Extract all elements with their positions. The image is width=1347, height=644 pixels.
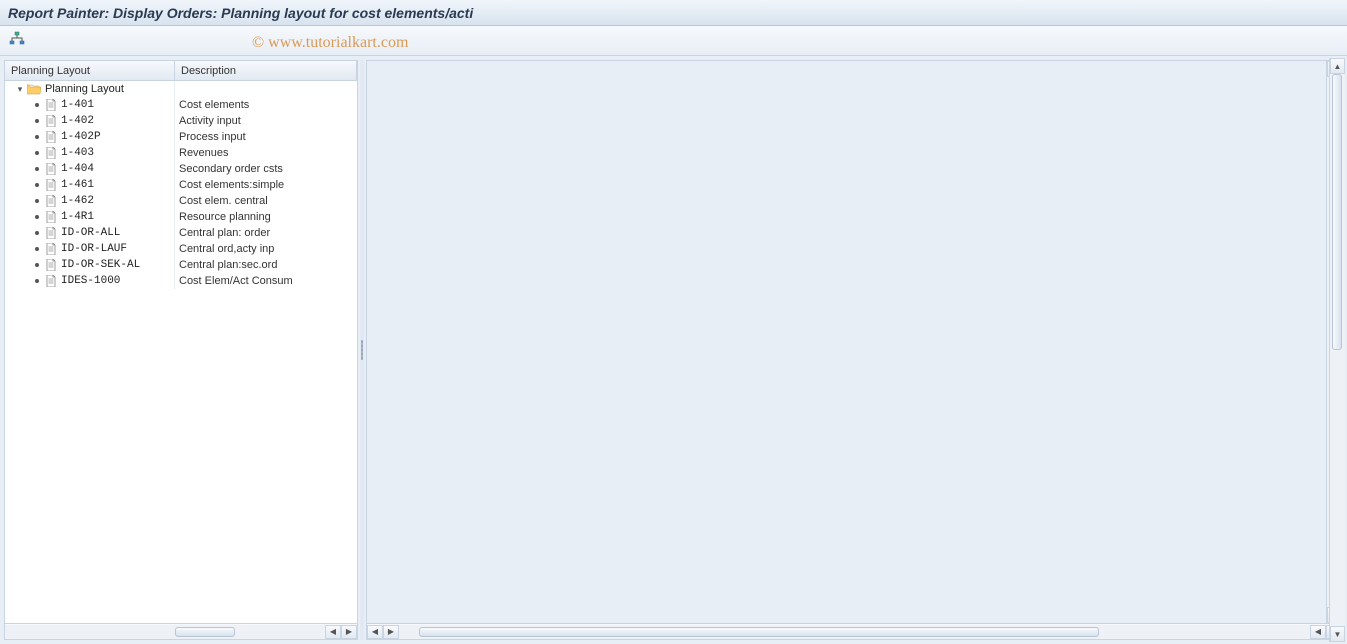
vertical-splitter[interactable] — [360, 60, 364, 640]
tree-root-label: Planning Layout — [45, 83, 124, 95]
bullet-icon — [35, 167, 39, 171]
bullet-icon — [35, 135, 39, 139]
tree-item-row[interactable]: ID-OR-ALL Central plan: order — [5, 225, 357, 241]
folder-open-icon — [27, 83, 41, 95]
scroll-right-icon[interactable]: ▶ — [383, 625, 399, 639]
tree-item-code: 1-462 — [61, 195, 94, 207]
tree-item-row[interactable]: 1-4R1 Resource planning — [5, 209, 357, 225]
bullet-icon — [35, 231, 39, 235]
tree-item-code: 1-4R1 — [61, 211, 94, 223]
scroll-left-end-icon[interactable]: ◀ — [1310, 625, 1326, 639]
tree-item-row[interactable]: ID-OR-SEK-AL Central plan:sec.ord — [5, 257, 357, 273]
tree-item-row[interactable]: 1-402 Activity input — [5, 113, 357, 129]
scrollbar-track[interactable] — [5, 625, 325, 639]
tree-item-desc: Cost elements — [175, 97, 357, 113]
document-icon — [45, 147, 57, 159]
column-header-description[interactable]: Description — [175, 61, 357, 80]
document-icon — [45, 211, 57, 223]
tree-item-code: 1-401 — [61, 99, 94, 111]
application-toolbar — [0, 26, 1347, 56]
scroll-left-icon[interactable]: ◀ — [325, 625, 341, 639]
document-icon — [45, 227, 57, 239]
bullet-icon — [35, 183, 39, 187]
scroll-right-icon[interactable]: ▶ — [341, 625, 357, 639]
bullet-icon — [35, 103, 39, 107]
tree-item-row[interactable]: 1-401 Cost elements — [5, 97, 357, 113]
tree-item-row[interactable]: ID-OR-LAUF Central ord,acty inp — [5, 241, 357, 257]
tree-item-desc: Cost elements:simple — [175, 177, 357, 193]
left-horizontal-scrollbar[interactable]: ◀ ▶ — [5, 623, 357, 639]
column-header-layout[interactable]: Planning Layout — [5, 61, 175, 80]
tree-item-desc: Central plan: order — [175, 225, 357, 241]
bullet-icon — [35, 263, 39, 267]
tree-item-code: 1-403 — [61, 147, 94, 159]
main-container: Planning Layout Description ▾ Planning L… — [0, 56, 1347, 644]
bullet-icon — [35, 279, 39, 283]
bullet-icon — [35, 151, 39, 155]
tree-item-row[interactable]: 1-404 Secondary order csts — [5, 161, 357, 177]
bullet-icon — [35, 199, 39, 203]
tree-item-row[interactable]: 1-462 Cost elem. central — [5, 193, 357, 209]
tree-item-desc: Cost Elem/Act Consum — [175, 273, 357, 289]
tree-root-desc — [175, 81, 357, 97]
collapse-icon[interactable]: ▾ — [15, 84, 25, 94]
scrollbar-track[interactable] — [399, 625, 1310, 639]
tree-item-code: 1-402P — [61, 131, 101, 143]
tree-item-code: ID-OR-SEK-AL — [61, 259, 140, 271]
scrollbar-thumb[interactable] — [419, 627, 1099, 637]
tree-item-code: 1-402 — [61, 115, 94, 127]
window-vertical-scrollbar[interactable]: ▲ ▼ — [1329, 58, 1345, 642]
tree-item-desc: Process input — [175, 129, 357, 145]
content-horizontal-scrollbar[interactable]: ◀ ▶ ◀ ▶ — [367, 623, 1342, 639]
scroll-left-icon[interactable]: ◀ — [367, 625, 383, 639]
bullet-icon — [35, 215, 39, 219]
content-area — [367, 61, 1342, 623]
document-icon — [45, 195, 57, 207]
scrollbar-track[interactable] — [1330, 74, 1345, 626]
bullet-icon — [35, 247, 39, 251]
page-title: Report Painter: Display Orders: Planning… — [8, 5, 473, 21]
tree-item-code: 1-404 — [61, 163, 94, 175]
tree-item-row[interactable]: IDES-1000 Cost Elem/Act Consum — [5, 273, 357, 289]
document-icon — [45, 259, 57, 271]
tree-item-row[interactable]: 1-461 Cost elements:simple — [5, 177, 357, 193]
document-icon — [45, 275, 57, 287]
document-icon — [45, 179, 57, 191]
tree-item-desc: Revenues — [175, 145, 357, 161]
document-icon — [45, 115, 57, 127]
scroll-up-icon[interactable]: ▲ — [1330, 58, 1345, 74]
hierarchy-icon — [9, 31, 25, 50]
tree-item-desc: Central plan:sec.ord — [175, 257, 357, 273]
tree-item-code: IDES-1000 — [61, 275, 120, 287]
hierarchy-button[interactable] — [6, 30, 28, 52]
bullet-icon — [35, 119, 39, 123]
content-panel: ▲ ▼ ◀ ▶ ◀ ▶ — [366, 60, 1343, 640]
tree-item-desc: Activity input — [175, 113, 357, 129]
tree-item-code: 1-461 — [61, 179, 94, 191]
tree-item-row[interactable]: 1-402P Process input — [5, 129, 357, 145]
document-icon — [45, 243, 57, 255]
scrollbar-thumb[interactable] — [1332, 74, 1342, 350]
tree-item-code: ID-OR-LAUF — [61, 243, 127, 255]
tree-header: Planning Layout Description — [5, 61, 357, 81]
document-icon — [45, 163, 57, 175]
title-bar: Report Painter: Display Orders: Planning… — [0, 0, 1347, 26]
tree-item-code: ID-OR-ALL — [61, 227, 120, 239]
tree-panel: Planning Layout Description ▾ Planning L… — [4, 60, 358, 640]
tree-item-desc: Cost elem. central — [175, 193, 357, 209]
tree-root-row[interactable]: ▾ Planning Layout — [5, 81, 357, 97]
scrollbar-thumb[interactable] — [175, 627, 235, 637]
scroll-down-icon[interactable]: ▼ — [1330, 626, 1345, 642]
document-icon — [45, 99, 57, 111]
tree-item-desc: Central ord,acty inp — [175, 241, 357, 257]
splitter-handle-icon — [361, 340, 363, 360]
tree-item-desc: Resource planning — [175, 209, 357, 225]
tree-item-row[interactable]: 1-403 Revenues — [5, 145, 357, 161]
tree-body: ▾ Planning Layout 1-401Cost elements1-40… — [5, 81, 357, 623]
tree-item-desc: Secondary order csts — [175, 161, 357, 177]
document-icon — [45, 131, 57, 143]
